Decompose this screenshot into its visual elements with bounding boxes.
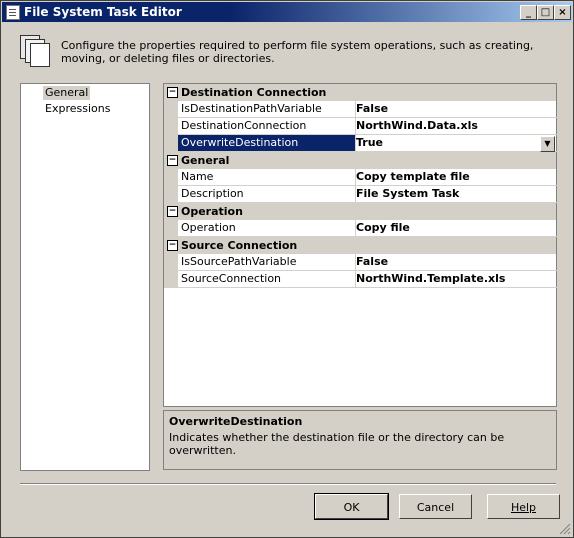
document-icon (6, 5, 20, 20)
property-row[interactable]: IsDestinationPathVariable False (164, 101, 559, 118)
property-row[interactable]: IsSourcePathVariable False (164, 254, 559, 271)
resize-grip-icon[interactable] (559, 523, 571, 535)
category-label: Operation (181, 205, 243, 218)
category-label: Source Connection (181, 239, 298, 252)
title-bar[interactable]: File System Task Editor _ □ × (2, 2, 572, 22)
description-text: Indicates whether the destination file o… (169, 431, 505, 457)
category-destination-connection[interactable]: − Destination Connection (164, 84, 556, 101)
property-name: IsDestinationPathVariable (178, 101, 356, 118)
page-nav: General Expressions (20, 83, 150, 471)
property-row[interactable]: DestinationConnection NorthWind.Data.xls (164, 118, 559, 135)
category-general[interactable]: − General (164, 152, 556, 169)
property-name: IsSourcePathVariable (178, 254, 356, 271)
maximize-button[interactable]: □ (537, 5, 554, 20)
property-grid: − Destination Connection IsDestinationPa… (163, 83, 559, 407)
header-description: Configure the properties required to per… (61, 39, 534, 65)
category-label: Destination Connection (181, 86, 327, 99)
dropdown-arrow-icon[interactable]: ▼ (540, 136, 555, 152)
description-title: OverwriteDestination (169, 415, 303, 428)
property-value[interactable]: NorthWind.Data.xls (353, 118, 559, 135)
property-row[interactable]: Description File System Task (164, 186, 559, 203)
category-label: General (181, 154, 230, 167)
window-title: File System Task Editor (24, 5, 182, 19)
cancel-button[interactable]: Cancel (399, 494, 472, 519)
nav-item-general[interactable]: General (43, 86, 91, 100)
property-description-panel: OverwriteDestination Indicates whether t… (163, 410, 557, 470)
property-name: DestinationConnection (178, 118, 356, 135)
property-name: Operation (178, 220, 356, 237)
ok-button[interactable]: OK (314, 493, 389, 520)
collapse-icon[interactable]: − (167, 240, 178, 251)
property-value[interactable]: False (353, 101, 559, 118)
help-button[interactable]: Help (487, 494, 560, 519)
property-row[interactable]: Operation Copy file (164, 220, 559, 237)
property-value[interactable]: NorthWind.Template.xls (353, 271, 559, 288)
collapse-icon[interactable]: − (167, 155, 178, 166)
property-value[interactable]: True (353, 135, 559, 152)
property-name: SourceConnection (178, 271, 356, 288)
property-value[interactable]: False (353, 254, 559, 271)
property-name: Description (178, 186, 356, 203)
files-icon (20, 35, 50, 67)
property-row[interactable]: SourceConnection NorthWind.Template.xls (164, 271, 559, 288)
property-value[interactable]: File System Task (353, 186, 559, 203)
nav-item-expressions[interactable]: Expressions (43, 102, 112, 116)
property-value[interactable]: Copy file (353, 220, 559, 237)
close-button[interactable]: × (554, 5, 571, 20)
collapse-icon[interactable]: − (167, 87, 178, 98)
collapse-icon[interactable]: − (167, 206, 178, 217)
header-area: Configure the properties required to per… (2, 23, 572, 73)
category-source-connection[interactable]: − Source Connection (164, 237, 556, 254)
property-row[interactable]: Name Copy template file (164, 169, 559, 186)
property-value[interactable]: Copy template file (353, 169, 559, 186)
divider (20, 483, 556, 485)
category-operation[interactable]: − Operation (164, 203, 556, 220)
property-name: Name (178, 169, 356, 186)
property-name: OverwriteDestination (178, 135, 356, 152)
minimize-button[interactable]: _ (520, 5, 537, 20)
dialog-window: File System Task Editor _ □ × Configure … (0, 0, 574, 538)
property-row-selected[interactable]: OverwriteDestination True ▼ (164, 135, 559, 152)
